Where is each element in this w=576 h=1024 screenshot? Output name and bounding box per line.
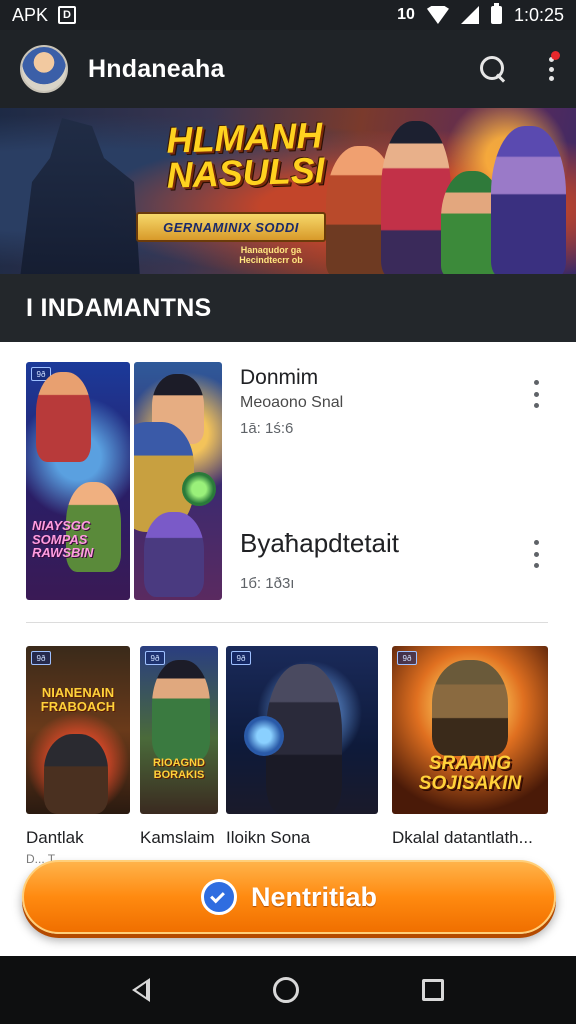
- battery-icon: [490, 3, 502, 24]
- tile-badge: 9ð: [31, 651, 51, 665]
- featured-item-title: Donmim: [240, 366, 319, 389]
- divider: [26, 622, 548, 623]
- tile-art: 9ð SRAANG SOJISAKIN: [392, 646, 548, 814]
- grid-tile-1[interactable]: 9ð NIANENAIN FRABOACH Dantlak D... T...: [26, 646, 130, 866]
- tile-art: 9ð RIOAGND BORAKIS: [140, 646, 218, 814]
- section-title: I INDAMANTNS: [26, 293, 212, 322]
- grid-tile-3[interactable]: 9ð Iloikn Sona: [226, 646, 378, 848]
- featured-item-2[interactable]: Byaħapdtetait 1б: 1ð3ı: [240, 528, 399, 592]
- tile-figure: [432, 660, 508, 756]
- vibrate-icon: 10: [397, 6, 415, 23]
- grid-tile-4[interactable]: 9ð SRAANG SOJISAKIN Dkalal datantlath...: [392, 646, 548, 848]
- featured-cover-b[interactable]: [134, 362, 222, 600]
- section-header: I INDAMANTNS: [0, 274, 576, 342]
- cover-title: NIAYSGC SOMPAS RAWSBIN: [32, 518, 94, 561]
- install-button-label: Nentritiab: [250, 881, 377, 912]
- tile-figure: [152, 660, 210, 760]
- app-title: Hndaneaha: [88, 54, 225, 83]
- featured-cover-a[interactable]: 9ð NIAYSGC SOMPAS RAWSBIN: [26, 362, 130, 600]
- tile-figure: [44, 734, 108, 814]
- banner-hero-4: [491, 126, 566, 274]
- tile-label: Dantlak: [26, 828, 84, 847]
- tile-art-title: NIANENAIN FRABOACH: [40, 685, 116, 714]
- app-actions: [478, 51, 560, 85]
- tile-badge: 9ð: [231, 651, 251, 665]
- cover-hero-figure: [36, 372, 91, 462]
- tile-label: Kamslaim: [140, 828, 215, 847]
- featured-item-subtitle: Meoaono Snal: [240, 394, 344, 411]
- app-grid: 9ð NIANENAIN FRABOACH Dantlak D... T... …: [0, 646, 576, 866]
- status-left: APK D: [12, 4, 77, 26]
- avatar[interactable]: [20, 45, 68, 93]
- app-bar: Hndaneaha: [0, 30, 576, 108]
- cover-orb-figure: [182, 472, 216, 506]
- grid-tile-2[interactable]: 9ð RIOAGND BORAKIS Kamslaim: [140, 646, 218, 848]
- check-badge-icon: [200, 879, 237, 915]
- banner-villain-art: [20, 118, 140, 274]
- more-vertical-icon[interactable]: [532, 380, 540, 408]
- banner-subtitle: Hanaqudor ga Hecindtecrr ob: [239, 245, 303, 265]
- wifi-icon: [426, 6, 449, 24]
- home-circle-icon[interactable]: [272, 977, 299, 1003]
- tile-art-title: RIOAGND BORAKIS: [153, 757, 205, 781]
- featured-item-1[interactable]: Donmim Meoaono Snal 1ā: 1ś:6: [240, 366, 343, 437]
- app-badge-icon: D: [58, 6, 77, 24]
- tile-label: Dkalal datantlath...: [392, 828, 533, 847]
- cover-hero-figure: [144, 512, 204, 597]
- status-right: 10 1:0:25: [397, 3, 564, 26]
- banner-ribbon: GERNAMINIX SODDI: [136, 212, 326, 242]
- featured-section: 9ð NIAYSGC SOMPAS RAWSBIN Donmim Meoaono…: [0, 342, 576, 622]
- tile-shield-figure: [244, 716, 284, 756]
- status-bar: APK D 10 1:0:25: [0, 0, 576, 30]
- banner-title: HLMANH NASULSI: [165, 114, 326, 197]
- more-vertical-icon[interactable]: [532, 540, 540, 568]
- tile-badge: 9ð: [397, 651, 417, 665]
- hero-banner[interactable]: HLMANH NASULSI GERNAMINIX SODDI Hanaqudo…: [0, 108, 576, 274]
- featured-item-meta: 1б: 1ð3ı: [240, 575, 295, 592]
- status-time: 1:0:25: [513, 4, 564, 25]
- tile-art: 9ð NIANENAIN FRABOACH: [26, 646, 130, 814]
- more-vertical-icon[interactable]: [546, 51, 560, 85]
- status-apk-label: APK: [12, 4, 49, 25]
- notification-dot: [551, 51, 560, 60]
- search-icon[interactable]: [478, 54, 508, 84]
- install-button[interactable]: Nentritiab: [22, 860, 556, 934]
- signal-icon: [460, 6, 479, 24]
- recents-square-icon[interactable]: [422, 979, 445, 1001]
- featured-item-meta: 1ā: 1ś:6: [240, 420, 294, 437]
- app-root: APK D 10 1:0:25 Hndaneaha HLMANH NASULSI…: [0, 0, 576, 1024]
- tile-art-title: SRAANG SOJISAKIN: [418, 753, 522, 794]
- banner-heroes-art: [326, 116, 566, 274]
- tile-label: Iloikn Sona: [226, 828, 311, 847]
- back-triangle-icon[interactable]: [131, 978, 150, 1002]
- system-nav-bar: [0, 956, 576, 1024]
- tile-badge: 9ð: [145, 651, 165, 665]
- featured-item-title: Byaħapdtetait: [240, 528, 400, 558]
- tile-art: 9ð: [226, 646, 378, 814]
